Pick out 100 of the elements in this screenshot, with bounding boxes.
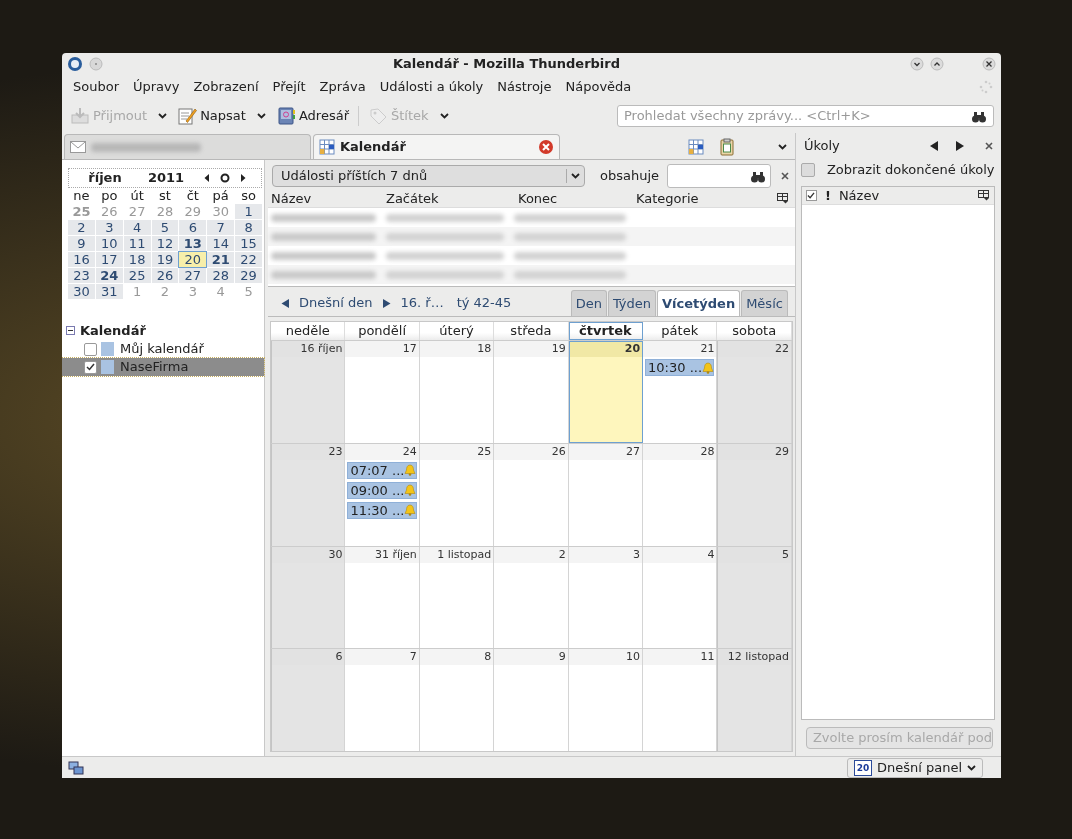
checkbox[interactable]: [84, 342, 97, 356]
today-link[interactable]: Dnešní den: [299, 293, 373, 313]
day-cell[interactable]: 13: [179, 236, 207, 251]
week-range-label: tý 42-45: [455, 294, 512, 313]
menu-item[interactable]: Události a úkoly: [372, 75, 491, 99]
day-cell[interactable]: 9: [68, 236, 95, 251]
day-cell[interactable]: 17: [95, 252, 123, 267]
event-item[interactable]: 07:07 ...: [347, 461, 417, 479]
calendar-list-item[interactable]: NaseFirma: [62, 358, 264, 376]
menu-item[interactable]: Přejít: [265, 75, 313, 99]
view-tab[interactable]: Měsíc: [741, 290, 788, 316]
event-item[interactable]: 09:00 ...: [347, 481, 417, 499]
day-cell[interactable]: 6: [179, 220, 207, 235]
online-status-icon[interactable]: [68, 760, 84, 775]
day-cell[interactable]: 5: [151, 220, 179, 235]
column-header[interactable]: Začátek: [386, 188, 518, 209]
close-button[interactable]: [982, 57, 996, 71]
menu-item[interactable]: Úpravy: [126, 75, 187, 99]
day-cell[interactable]: 3: [95, 220, 123, 235]
previous-month-icon[interactable]: [203, 173, 211, 183]
column-header[interactable]: Konec: [518, 188, 636, 209]
checkbox[interactable]: [800, 163, 815, 177]
column-header[interactable]: Kategorie: [636, 188, 777, 209]
day-number: 27: [626, 443, 641, 460]
calendar-icon[interactable]: [687, 138, 704, 155]
day-cell[interactable]: 8: [235, 220, 262, 235]
menu-item[interactable]: Soubor: [66, 75, 126, 99]
day-cell[interactable]: 21: [207, 252, 235, 267]
checkbox[interactable]: [84, 360, 97, 374]
menu-item[interactable]: Zpráva: [312, 75, 373, 99]
day-number: 31 říjen: [374, 546, 417, 563]
day-cell[interactable]: 16: [68, 252, 95, 267]
caret-icon: [439, 113, 449, 119]
day-cell[interactable]: 30: [68, 284, 95, 299]
day-cell[interactable]: 12: [151, 236, 179, 251]
month-label[interactable]: říjen: [75, 168, 135, 188]
caret-icon: [967, 764, 976, 771]
completed-column-header[interactable]: [805, 190, 817, 201]
day-cell[interactable]: 1: [235, 204, 262, 219]
day-number: 12 listopad: [727, 649, 789, 666]
next-icon[interactable]: [381, 297, 392, 309]
day-cell[interactable]: 20: [179, 252, 207, 267]
day-cell[interactable]: 10: [95, 236, 123, 251]
day-cell[interactable]: 11: [123, 236, 151, 251]
day-cell[interactable]: 29: [235, 268, 262, 283]
toolbar-button[interactable]: Napsat: [175, 103, 270, 129]
column-picker-icon[interactable]: [978, 190, 990, 201]
close-icon[interactable]: [538, 139, 554, 155]
day-cell[interactable]: 24: [95, 268, 123, 283]
menu-item[interactable]: Nástroje: [490, 75, 559, 99]
day-cell[interactable]: 18: [123, 252, 151, 267]
toolbar-button[interactable]: Adresář: [273, 103, 351, 129]
day-cell[interactable]: 4: [123, 220, 151, 235]
close-icon[interactable]: [985, 142, 993, 150]
day-cell[interactable]: 26: [151, 268, 179, 283]
weekday-label: út: [129, 188, 145, 203]
column-picker-icon[interactable]: [776, 193, 789, 204]
calendar-list-item[interactable]: Můj kalendář: [62, 340, 264, 358]
priority-column-header[interactable]: !: [824, 185, 831, 206]
menu-item[interactable]: Zobrazení: [186, 75, 266, 99]
day-cell[interactable]: 15: [235, 236, 262, 251]
day-cell[interactable]: 27: [179, 268, 207, 283]
today-icon[interactable]: [218, 173, 232, 183]
day-number: 16 říjen: [300, 341, 343, 357]
filter-field[interactable]: [667, 164, 772, 188]
clipboard-icon[interactable]: [719, 137, 734, 156]
year-label[interactable]: 2011: [138, 168, 194, 188]
weekday-header: neděle: [271, 322, 346, 340]
search-field[interactable]: Prohledat všechny zprávy... <Ctrl+K>: [617, 105, 994, 127]
menu-item[interactable]: Nápověda: [558, 75, 639, 99]
view-tab[interactable]: Týden: [607, 290, 657, 316]
search-icon[interactable]: [750, 169, 767, 183]
maximize-button[interactable]: [930, 57, 944, 71]
event-item[interactable]: 11:30 ...: [347, 501, 417, 519]
day-cell[interactable]: 7: [207, 220, 235, 235]
day-cell[interactable]: 28: [207, 268, 235, 283]
day-cell[interactable]: 31: [95, 284, 123, 299]
day-cell[interactable]: 19: [151, 252, 179, 267]
collapse-toggle[interactable]: [66, 326, 75, 335]
clear-icon[interactable]: [781, 172, 790, 180]
column-header[interactable]: Název: [268, 188, 386, 209]
column-header[interactable]: Název: [838, 185, 970, 206]
search-icon[interactable]: [971, 109, 987, 123]
previous-icon[interactable]: [280, 297, 290, 309]
day-cell[interactable]: 22: [235, 252, 262, 267]
today-pane-button[interactable]: 20 Dnešní panel: [846, 757, 983, 778]
day-cell[interactable]: 14: [207, 236, 235, 251]
event-item[interactable]: 10:30 ...: [645, 359, 715, 376]
day-cell[interactable]: 2: [68, 220, 95, 235]
view-tab[interactable]: Den: [570, 290, 607, 316]
next-month-icon[interactable]: [239, 173, 247, 183]
weekday-header: úterý: [419, 322, 495, 340]
day-cell[interactable]: 23: [68, 268, 95, 283]
range-dropdown[interactable]: Události příštích 7 dnů: [272, 165, 585, 187]
next-icon[interactable]: [955, 140, 965, 152]
day-cell[interactable]: 25: [123, 268, 151, 283]
view-tab[interactable]: Vícetýden: [657, 290, 741, 316]
tab[interactable]: Kalendář: [313, 134, 560, 159]
previous-icon[interactable]: [929, 140, 939, 152]
minimize-button[interactable]: [910, 57, 924, 71]
